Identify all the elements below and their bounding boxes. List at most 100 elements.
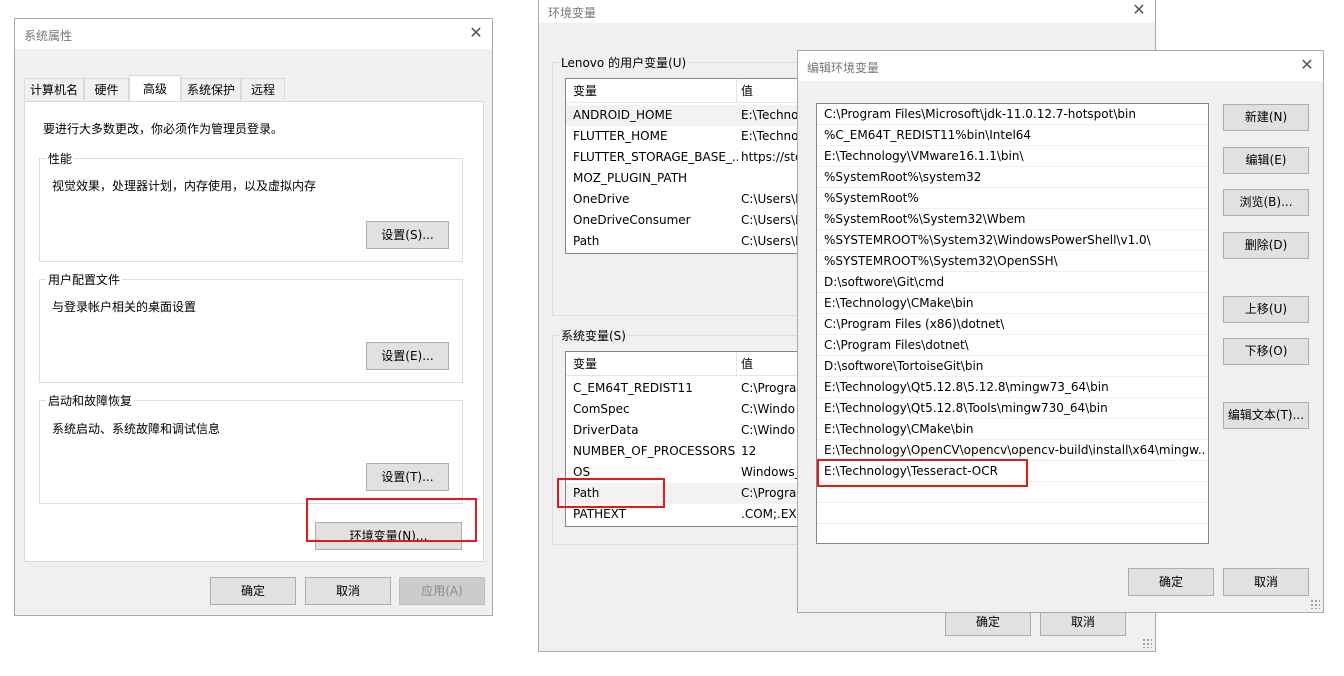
table-row[interactable]: C_EM64T_REDIST11 C:\Progra [566,378,804,399]
path-entry[interactable]: %SYSTEMROOT%\System32\WindowsPowerShell\… [817,230,1208,251]
user-profiles-desc: 与登录帐户相关的桌面设置 [52,300,197,314]
tab-advanced[interactable]: 高级 [129,75,181,102]
var-name: MOZ_PLUGIN_PATH [573,171,688,185]
path-entry-text: E:\Technology\Qt5.12.8\5.12.8\mingw73_64… [824,380,1109,394]
cancel-button[interactable]: 取消 [305,577,391,605]
var-value: E:\Techno [741,129,799,143]
path-entry[interactable]: %SystemRoot% [817,188,1208,209]
table-row[interactable]: DriverData C:\Windo [566,420,804,441]
startup-settings-button[interactable]: 设置(T)... [366,463,449,491]
title-bar: 环境变量 ✕ [539,0,1155,23]
col-header-var[interactable]: 变量 [566,352,736,376]
var-name: OneDriveConsumer [573,213,691,227]
col-header-val[interactable]: 值 [737,352,804,376]
ok-button[interactable]: 确定 [210,577,296,605]
close-icon[interactable]: ✕ [466,23,486,43]
highlight-path-variable [557,478,665,508]
path-entry[interactable]: E:\Technology\CMake\bin [817,419,1208,440]
title-bar: 系统属性 ✕ [15,19,492,49]
table-row[interactable]: OneDrive C:\Users\L [566,189,804,210]
resize-grip-icon[interactable] [1310,599,1320,609]
var-name: DriverData [573,423,639,437]
edit-button[interactable]: 编辑(E) [1223,147,1309,174]
var-value: C:\Progra [741,486,797,500]
path-entry[interactable]: D:\softwore\TortoiseGit\bin [817,356,1208,377]
path-entry[interactable]: %SystemRoot%\system32 [817,167,1208,188]
path-entry-text: C:\Program Files\Microsoft\jdk-11.0.12.7… [824,107,1136,121]
var-name: FLUTTER_HOME [573,129,668,143]
table-row[interactable]: FLUTTER_HOME E:\Techno [566,126,804,147]
var-name: FLUTTER_STORAGE_BASE_... [573,150,738,164]
path-entry-text: E:\Technology\CMake\bin [824,422,974,436]
admin-note: 要进行大多数更改，你必须作为管理员登录。 [43,122,284,136]
var-value: Windows_ [741,465,801,479]
path-entry-text: E:\Technology\Qt5.12.8\Tools\mingw730_64… [824,401,1108,415]
col-header-var[interactable]: 变量 [566,79,736,103]
path-entry-text: %SystemRoot%\System32\Wbem [824,212,1026,226]
path-entry-text: %SYSTEMROOT%\System32\OpenSSH\ [824,254,1058,268]
window-title: 系统属性 [24,29,73,43]
empty-list-row [817,524,1208,543]
path-entry[interactable]: E:\Technology\OpenCV\opencv\opencv-build… [817,440,1208,461]
new-button[interactable]: 新建(N) [1223,104,1309,131]
path-entry[interactable]: E:\Technology\VMware16.1.1\bin\ [817,146,1208,167]
system-properties-window: 系统属性 ✕ 计算机名 硬件 高级 系统保护 远程 要进行大多数更改，你必须作为… [14,18,493,616]
delete-button[interactable]: 删除(D) [1223,232,1309,259]
close-icon[interactable]: ✕ [1297,55,1317,75]
path-entry-text: E:\Technology\OpenCV\opencv\opencv-build… [824,443,1206,457]
move-up-button[interactable]: 上移(U) [1223,296,1309,323]
path-entry[interactable]: D:\softwore\Git\cmd [817,272,1208,293]
startup-recovery-group: 启动和故障恢复 系统启动、系统故障和调试信息 设置(T)... [39,392,463,504]
close-icon[interactable]: ✕ [1129,0,1149,20]
user-variables-title: Lenovo 的用户变量(U) [559,54,689,71]
title-bar: 编辑环境变量 ✕ [798,51,1323,81]
table-row[interactable]: Path C:\Users\L [566,231,804,252]
resize-grip-icon[interactable] [1142,638,1152,648]
path-entry-text: %SystemRoot%\system32 [824,170,982,184]
col-header-val[interactable]: 值 [737,79,804,103]
path-entry-text: D:\softwore\Git\cmd [824,275,945,289]
edit-text-button[interactable]: 编辑文本(T)... [1223,402,1309,429]
user-variables-list[interactable]: 变量 值 ANDROID_HOME E:\Techno FLUTTER_HOME… [565,78,805,254]
var-name: NUMBER_OF_PROCESSORS [573,444,736,458]
path-entry[interactable]: %C_EM64T_REDIST11%bin\Intel64 [817,125,1208,146]
performance-desc: 视觉效果，处理器计划，内存使用，以及虚拟内存 [52,179,317,193]
table-row[interactable]: FLUTTER_STORAGE_BASE_... https://sto [566,147,804,168]
apply-button: 应用(A) [399,577,485,605]
table-row[interactable]: ComSpec C:\Windo [566,399,804,420]
path-entry[interactable]: %SystemRoot%\System32\Wbem [817,209,1208,230]
var-value: C:\Progra [741,381,797,395]
path-entry[interactable]: C:\Program Files\Microsoft\jdk-11.0.12.7… [817,104,1208,125]
system-variables-title: 系统变量(S) [559,327,628,344]
path-entry-text: C:\Program Files\dotnet\ [824,338,969,352]
path-entry[interactable]: E:\Technology\Qt5.12.8\Tools\mingw730_64… [817,398,1208,419]
tab-system-protection[interactable]: 系统保护 [181,78,241,100]
path-entry[interactable]: C:\Program Files (x86)\dotnet\ [817,314,1208,335]
path-entry[interactable]: %SYSTEMROOT%\System32\OpenSSH\ [817,251,1208,272]
performance-settings-button[interactable]: 设置(S)... [366,221,449,249]
path-entry[interactable]: E:\Technology\Qt5.12.8\5.12.8\mingw73_64… [817,377,1208,398]
ok-button[interactable]: 确定 [1128,568,1214,596]
var-value: C:\Windo [741,423,795,437]
table-row[interactable]: OneDriveConsumer C:\Users\L [566,210,804,231]
startup-recovery-desc: 系统启动、系统故障和调试信息 [52,422,221,436]
tab-remote[interactable]: 远程 [241,78,285,100]
tab-hardware[interactable]: 硬件 [84,78,129,100]
path-entry[interactable]: E:\Technology\CMake\bin [817,293,1208,314]
tab-computer-name[interactable]: 计算机名 [24,78,84,100]
move-down-button[interactable]: 下移(O) [1223,338,1309,365]
path-entry[interactable]: C:\Program Files\dotnet\ [817,335,1208,356]
performance-title: 性能 [46,150,75,167]
path-entry-text: E:\Technology\VMware16.1.1\bin\ [824,149,1024,163]
table-row[interactable]: ANDROID_HOME E:\Techno [566,105,804,126]
var-name: ANDROID_HOME [573,108,673,122]
cancel-button[interactable]: 取消 [1223,568,1309,596]
table-row[interactable]: NUMBER_OF_PROCESSORS 12 [566,441,804,462]
table-row[interactable]: MOZ_PLUGIN_PATH [566,168,804,189]
performance-group: 性能 视觉效果，处理器计划，内存使用，以及虚拟内存 设置(S)... [39,150,463,262]
var-name: Path [573,234,600,248]
path-entry-text: E:\Technology\CMake\bin [824,296,974,310]
user-profiles-settings-button[interactable]: 设置(E)... [366,342,449,370]
var-value: C:\Windo [741,402,795,416]
browse-button[interactable]: 浏览(B)... [1223,189,1309,216]
